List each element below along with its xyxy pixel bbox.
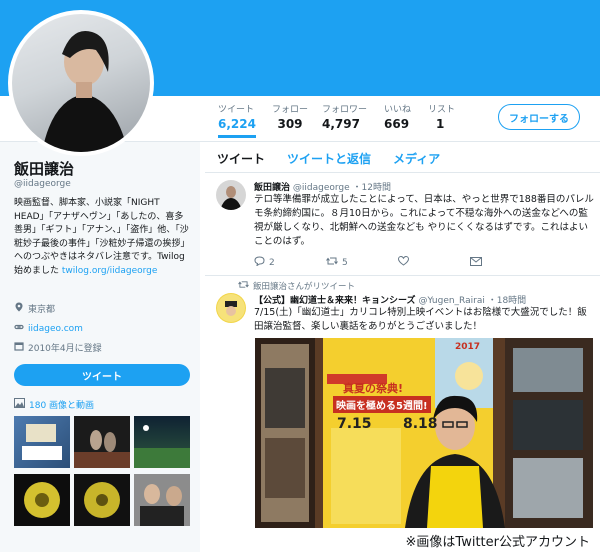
tweet-header: 【公式】幽幻道士＆来来！キョンシーズ @Yugen_Rairai ・18時間 — [254, 293, 526, 306]
heart-icon — [397, 255, 410, 269]
tab-tweets[interactable]: ツイート — [217, 150, 265, 172]
profile-website[interactable]: iidageo.com — [14, 322, 83, 335]
reply-button[interactable]: 2 — [254, 256, 326, 269]
stat-followers[interactable]: フォロワー 4,797 — [322, 102, 367, 131]
tab-tweets-replies[interactable]: ツイートと返信 — [287, 150, 371, 172]
media-thumbnail[interactable] — [14, 416, 70, 468]
tabs-divider — [205, 172, 600, 173]
poster-subtitle: 映画を極める5週間! — [333, 396, 431, 413]
envelope-icon — [470, 256, 482, 269]
calendar-icon — [14, 341, 24, 354]
media-thumbnail[interactable] — [134, 416, 190, 468]
poster-year: 2017 — [455, 342, 481, 352]
stat-likes[interactable]: いいね 669 — [384, 102, 411, 131]
tweet-author-handle[interactable]: @Yugen_Rairai — [418, 296, 484, 306]
tweet-time[interactable]: ・18時間 — [488, 296, 526, 306]
retweet-button[interactable]: 5 — [326, 256, 398, 269]
retweet-icon — [238, 280, 249, 292]
image-icon — [14, 398, 25, 411]
tweet-author-name[interactable]: 【公式】幽幻道士＆来来！キョンシーズ — [254, 296, 416, 306]
media-thumbnail[interactable] — [14, 474, 70, 526]
tab-media[interactable]: メディア — [393, 150, 440, 172]
timeline-tabs: ツイート ツイートと返信 メディア — [205, 150, 440, 172]
poster-tagline: 真夏の祭典! — [343, 382, 404, 395]
location-pin-icon — [14, 302, 24, 315]
tweet-photo[interactable]: 真夏の祭典! 映画を極める5週間! 7.15 8.18 2017 — [255, 338, 593, 528]
tweet-actions: 2 5 — [254, 255, 542, 269]
media-thumbnail[interactable] — [74, 416, 130, 468]
bio-link[interactable]: twilog.org/iidageorge — [62, 266, 158, 276]
tweet-avatar[interactable] — [216, 293, 246, 323]
retweet-context: 飯田譲治さんがリツイート — [238, 280, 355, 292]
stat-following[interactable]: フォロー 309 — [272, 102, 308, 131]
reply-icon — [254, 256, 265, 269]
profile-avatar[interactable] — [8, 10, 154, 156]
poster-date-start: 7.15 — [337, 416, 372, 432]
tweet-avatar[interactable] — [216, 180, 246, 210]
profile-joined: 2010年4月に登録 — [14, 341, 102, 354]
media-thumbnail[interactable] — [134, 474, 190, 526]
tweet-text: テロ等準備罪が成立したことによって、日本は、やっと世界で188番目のパレルモ条約… — [254, 194, 594, 247]
tweet-header: 飯田譲治 @iidageorge ・12時間 — [254, 180, 391, 193]
tweet-time[interactable]: ・12時間 — [353, 183, 391, 193]
image-credit-caption: ※画像はTwitter公式アカウント — [300, 528, 600, 552]
profile-name[interactable]: 飯田譲治 — [14, 158, 74, 179]
stat-tweets[interactable]: ツイート 6,224 — [218, 102, 256, 138]
tweet-to-button[interactable]: ツイート — [14, 364, 190, 386]
media-thumbnail[interactable] — [74, 474, 130, 526]
tweet-author-name[interactable]: 飯田譲治 — [254, 183, 290, 193]
profile-location: 東京都 — [14, 302, 55, 315]
photos-videos-link[interactable]: 180 画像と動画 — [14, 398, 94, 411]
tweet-divider — [205, 275, 600, 276]
poster-date-end: 8.18 — [403, 416, 438, 432]
follow-button[interactable]: フォローする — [498, 104, 580, 130]
retweet-icon — [326, 256, 338, 269]
dm-button[interactable] — [470, 256, 542, 269]
profile-bio: 映画監督、脚本家、小説家「NIGHT HEAD」「アナザヘヴン」「あしたの、喜多… — [14, 198, 190, 276]
link-icon — [14, 322, 24, 335]
profile-handle[interactable]: @iidageorge — [14, 179, 71, 189]
tweet-author-handle[interactable]: @iidageorge — [293, 183, 350, 193]
like-button[interactable] — [397, 255, 470, 269]
stat-lists[interactable]: リスト 1 — [428, 102, 455, 131]
tweet-text: 7/15(土)「幽幻道士」カリコレ特別上映イベントはお陰様で大盛況でした！飯田譲… — [254, 307, 587, 332]
